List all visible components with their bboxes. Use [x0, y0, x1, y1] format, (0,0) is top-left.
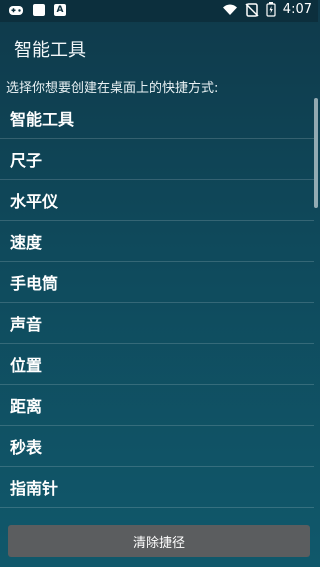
list-item-level[interactable]: 水平仪 [0, 180, 314, 221]
a-box-icon: A [54, 4, 66, 16]
status-time: 4:07 [282, 2, 312, 17]
shortcut-list: 智能工具 尺子 水平仪 速度 手电筒 声音 位置 距离 秒表 指南针 [0, 98, 314, 508]
instruction-text: 选择你想要创建在桌面上的快捷方式: [6, 81, 219, 96]
list-scrollbar[interactable] [314, 98, 318, 208]
list-item-sound[interactable]: 声音 [0, 303, 314, 344]
battery-icon [266, 2, 276, 17]
list-item-distance[interactable]: 距离 [0, 385, 314, 426]
game-controller-icon [8, 3, 24, 17]
page-title: 智能工具 [14, 40, 86, 61]
no-sim-icon [245, 2, 259, 17]
status-left-icons: A [8, 3, 66, 17]
list-item-flashlight[interactable]: 手电筒 [0, 262, 314, 303]
list-item-location[interactable]: 位置 [0, 344, 314, 385]
square-icon [32, 3, 46, 17]
list-item-stopwatch[interactable]: 秒表 [0, 426, 314, 467]
status-bar: A 4:07 [0, 0, 318, 22]
status-right-icons: 4:07 [222, 2, 312, 17]
list-item-speed[interactable]: 速度 [0, 221, 314, 262]
list-item-ruler[interactable]: 尺子 [0, 139, 314, 180]
list-item-compass[interactable]: 指南针 [0, 467, 314, 508]
clear-shortcuts-button[interactable]: 清除捷径 [8, 525, 310, 557]
wifi-icon [222, 3, 238, 16]
list-item-smart-tools[interactable]: 智能工具 [0, 98, 314, 139]
